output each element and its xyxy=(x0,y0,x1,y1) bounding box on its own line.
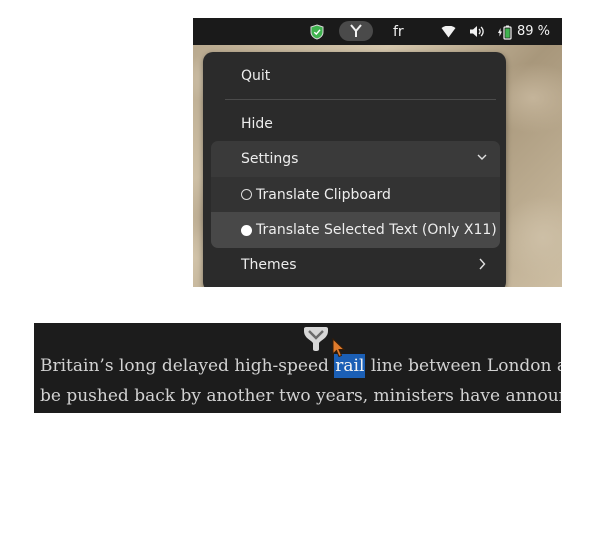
language-indicator[interactable]: fr xyxy=(393,18,404,45)
article-text: line between London and xyxy=(370,356,561,376)
article-line: be pushed back by another two years, min… xyxy=(40,386,561,406)
translate-selected-label: Translate Selected Text (Only X11) xyxy=(256,222,497,238)
mouse-cursor-icon xyxy=(332,337,348,362)
article-text: Britain’s long delayed high-speed xyxy=(40,356,335,376)
translate-clipboard-label: Translate Clipboard xyxy=(256,186,391,203)
radio-checked-icon xyxy=(241,224,252,236)
tray-menu-screenshot: fr 89 % Quit Hide Settings Translate Cli… xyxy=(193,18,562,287)
menu-item-translate-selected[interactable]: Translate Selected Text (Only X11) xyxy=(211,212,500,248)
top-panel: fr 89 % xyxy=(193,18,562,45)
menu-item-quit[interactable]: Quit xyxy=(203,59,506,93)
menu-item-quit-label: Quit xyxy=(241,68,271,84)
chevron-right-icon xyxy=(478,258,486,274)
menu-item-translate-clipboard[interactable]: Translate Clipboard xyxy=(211,177,500,212)
menu-item-settings-label: Settings xyxy=(241,151,299,167)
radio-unchecked-icon xyxy=(241,189,252,200)
menu-item-hide-label: Hide xyxy=(241,116,273,132)
app-menu: Quit Hide Settings Translate Clipboard T… xyxy=(203,52,506,287)
app-indicator-icon[interactable] xyxy=(339,21,373,41)
menu-item-themes[interactable]: Themes xyxy=(203,247,506,283)
battery-indicator[interactable]: 89 % xyxy=(497,18,550,45)
translate-popup-icon[interactable] xyxy=(302,326,330,356)
wifi-icon[interactable] xyxy=(441,18,456,45)
menu-item-hide[interactable]: Hide xyxy=(203,107,506,141)
volume-icon[interactable] xyxy=(469,18,485,45)
chevron-down-icon xyxy=(476,151,488,167)
battery-percent: 89 % xyxy=(517,24,551,39)
menu-separator xyxy=(225,99,496,100)
article-screenshot: Britain’s long delayed high-speed rail l… xyxy=(34,323,561,413)
battery-icon xyxy=(498,25,512,40)
menu-item-settings[interactable]: Settings xyxy=(211,141,500,177)
menu-item-themes-label: Themes xyxy=(241,257,297,273)
article-line: Britain’s long delayed high-speed rail l… xyxy=(40,354,561,378)
shield-icon[interactable] xyxy=(310,18,324,45)
